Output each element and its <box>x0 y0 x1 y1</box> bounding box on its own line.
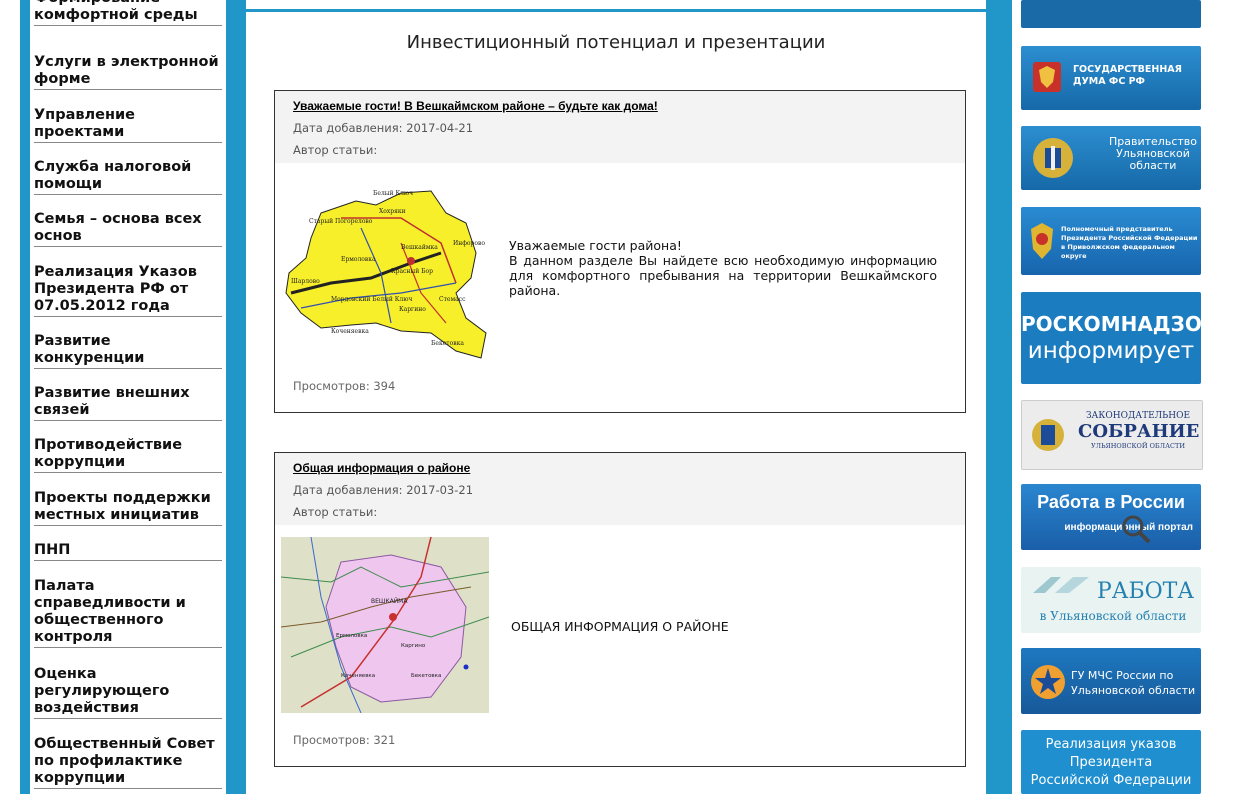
banner-text: Реализация указов <box>1045 737 1177 752</box>
banner-text: ДУМА ФС РФ <box>1073 76 1145 87</box>
nav-item-family[interactable]: Семья – основа всех основ <box>34 211 222 247</box>
banner-text: ГУ МЧС России по <box>1071 669 1174 682</box>
main-content: Инвестиционный потенциал и презентации У… <box>246 0 986 794</box>
article-date: Дата добавления: 2017-04-21 <box>293 121 474 135</box>
article-text-line1: ОБЩАЯ ИНФОРМАЦИЯ О РАЙОНЕ <box>511 619 729 634</box>
map-label: Каргино <box>401 643 426 649</box>
nav-item-pnp[interactable]: ПНП <box>34 542 222 561</box>
map-label: Бекетовка <box>431 340 464 347</box>
banner-text: информационный портал <box>1064 522 1193 533</box>
right-gutter <box>1222 0 1244 794</box>
nav-item-comfort-env[interactable]: Формирование комфортной среды <box>34 0 222 26</box>
banner-emergency-ministry[interactable]: ГУ МЧС России по Ульяновской области <box>1021 648 1201 714</box>
region-map-image[interactable]: ВЕШКАЙМА Ермоловка Каргино Бекетовка Коч… <box>281 537 489 713</box>
banner-text: Президента Российской Федерации <box>1061 234 1198 242</box>
map-label: Мордовский Белый Ключ <box>331 296 412 303</box>
nav-item-public-council[interactable]: Общественный Совет по профилактике корру… <box>34 736 222 789</box>
banner-top-partial[interactable] <box>1021 0 1201 28</box>
map-label: Красный Бор <box>391 268 433 275</box>
map-label: Каргино <box>399 306 426 313</box>
map-label: Коченяевка <box>331 328 369 335</box>
article-text: Уважаемые гости района! В данном разделе… <box>509 238 937 298</box>
banner-text: РОСКОМНАДЗОР <box>1021 312 1201 336</box>
left-navigation: Формирование комфортной среды Услуги в э… <box>30 0 226 794</box>
banner-work-in-russia[interactable]: Работа в России информационный портал <box>1021 484 1201 550</box>
map-label: Хохряки <box>379 208 406 215</box>
map-label: Стемасс <box>439 296 466 303</box>
magnifier-icon <box>1122 515 1151 544</box>
nav-item-competition[interactable]: Развитие конкуренции <box>34 333 222 369</box>
left-blue-border <box>20 0 30 794</box>
eagle-emblem-icon <box>1031 223 1053 259</box>
banner-text: УЛЬЯНОВСКОЙ ОБЛАСТИ <box>1090 442 1186 450</box>
coat-of-arms-icon <box>1033 138 1073 178</box>
banner-text: СОБРАНИЕ <box>1078 421 1200 442</box>
article-header: Общая информация о районе Дата добавлени… <box>275 453 965 525</box>
map-label: ВЕШКАЙМА <box>371 598 408 605</box>
banner-column: ГОСУДАРСТВЕННАЯ ДУМА ФС РФ Правительство… <box>1012 0 1222 794</box>
left-gutter <box>0 0 20 794</box>
map-label: Ермоловка <box>341 256 376 263</box>
article-text-line1: Уважаемые гости района! <box>509 238 682 253</box>
banner-text: ЗАКОНОДАТЕЛЬНОЕ <box>1085 411 1191 421</box>
banner-text: области <box>1129 159 1177 172</box>
district-map-image[interactable]: Белый Ключ Хохряки Вешкаймка Ермоловка К… <box>281 183 491 361</box>
nav-item-anti-corruption[interactable]: Противодействие коррупции <box>34 437 222 473</box>
banner-state-duma[interactable]: ГОСУДАРСТВЕННАЯ ДУМА ФС РФ <box>1021 46 1201 110</box>
nav-item-external-relations[interactable]: Развитие внешних связей <box>34 385 222 421</box>
map-label: Белый Ключ <box>373 190 413 197</box>
banner-text: Полномочный представитель <box>1061 225 1173 233</box>
right-blue-column <box>986 0 1012 794</box>
banner-roskomnadzor[interactable]: РОСКОМНАДЗОР информирует <box>1021 292 1201 384</box>
map-label: Вешкаймка <box>401 244 438 251</box>
banner-text: Российской Федерации <box>1030 773 1192 788</box>
article-text: ОБЩАЯ ИНФОРМАЦИЯ О РАЙОНЕ <box>511 619 931 634</box>
coat-of-arms-icon <box>1032 419 1064 451</box>
emergency-emblem-icon <box>1031 665 1065 699</box>
banner-presidential-envoy[interactable]: Полномочный представитель Президента Рос… <box>1021 207 1201 275</box>
nav-item-regulatory-assessment[interactable]: Оценка регулирующего воздействия <box>34 666 222 719</box>
article-author: Автор статьи: <box>293 505 378 519</box>
banner-text: в Приволжском федеральном округе <box>1061 243 1175 260</box>
article-card: Общая информация о районе Дата добавлени… <box>274 452 966 767</box>
banner-presidential-decrees[interactable]: Реализация указов Президента Российской … <box>1021 730 1201 794</box>
top-blue-line <box>246 9 986 12</box>
banner-text: информирует <box>1027 338 1195 364</box>
map-label: Коченяевка <box>341 673 375 679</box>
nav-item-e-services[interactable]: Услуги в электронной форме <box>34 54 222 90</box>
article-date: Дата добавления: 2017-03-21 <box>293 483 474 497</box>
banner-text: ГОСУДАРСТВЕННАЯ <box>1073 64 1182 75</box>
nav-item-tax-help[interactable]: Служба налоговой помощи <box>34 159 222 195</box>
map-label: Инфорово <box>453 240 485 247</box>
article-title-link[interactable]: Уважаемые гости! В Вешкаймском районе – … <box>293 99 947 113</box>
article-author: Автор статьи: <box>293 143 378 157</box>
page-title: Инвестиционный потенциал и презентации <box>406 32 826 53</box>
banner-legislative-assembly[interactable]: ЗАКОНОДАТЕЛЬНОЕ СОБРАНИЕ УЛЬЯНОВСКОЙ ОБЛ… <box>1021 400 1203 470</box>
banner-text: в Ульяновской области <box>1039 609 1187 623</box>
article-header: Уважаемые гости! В Вешкаймском районе – … <box>275 91 965 163</box>
nav-item-project-management[interactable]: Управление проектами <box>34 107 222 143</box>
banner-text: Ульяновской области <box>1071 684 1196 697</box>
banner-text: Работа в России <box>1037 492 1185 512</box>
eagle-emblem-icon <box>1033 62 1061 92</box>
banner-work-ulyanovsk[interactable]: РАБОТА в Ульяновской области <box>1021 567 1201 633</box>
nav-item-justice-chamber[interactable]: Палата справедливости и общественного ко… <box>34 578 222 648</box>
article-card: Уважаемые гости! В Вешкаймском районе – … <box>274 90 966 413</box>
article-views: Просмотров: 321 <box>293 733 396 747</box>
banner-text: Президента <box>1069 755 1153 770</box>
map-label: Бекетовка <box>411 673 441 679</box>
article-title-link[interactable]: Общая информация о районе <box>293 461 947 475</box>
swoosh-logo-icon <box>1033 577 1089 593</box>
nav-item-local-initiatives[interactable]: Проекты поддержки местных инициатив <box>34 490 222 526</box>
map-label: Шарлово <box>291 278 320 285</box>
nav-item-presidential-decrees[interactable]: Реализация Указов Президента РФ от 07.05… <box>34 264 222 317</box>
left-blue-column <box>226 0 246 794</box>
map-label: Ермоловка <box>336 633 367 639</box>
article-text-line2: В данном разделе Вы найдете всю необходи… <box>509 253 937 298</box>
map-label: Старый Погорелово <box>309 218 373 225</box>
banner-ulyanovsk-government[interactable]: Правительство Ульяновской области <box>1021 126 1201 190</box>
article-views: Просмотров: 394 <box>293 379 396 393</box>
banner-text: РАБОТА <box>1097 579 1195 604</box>
